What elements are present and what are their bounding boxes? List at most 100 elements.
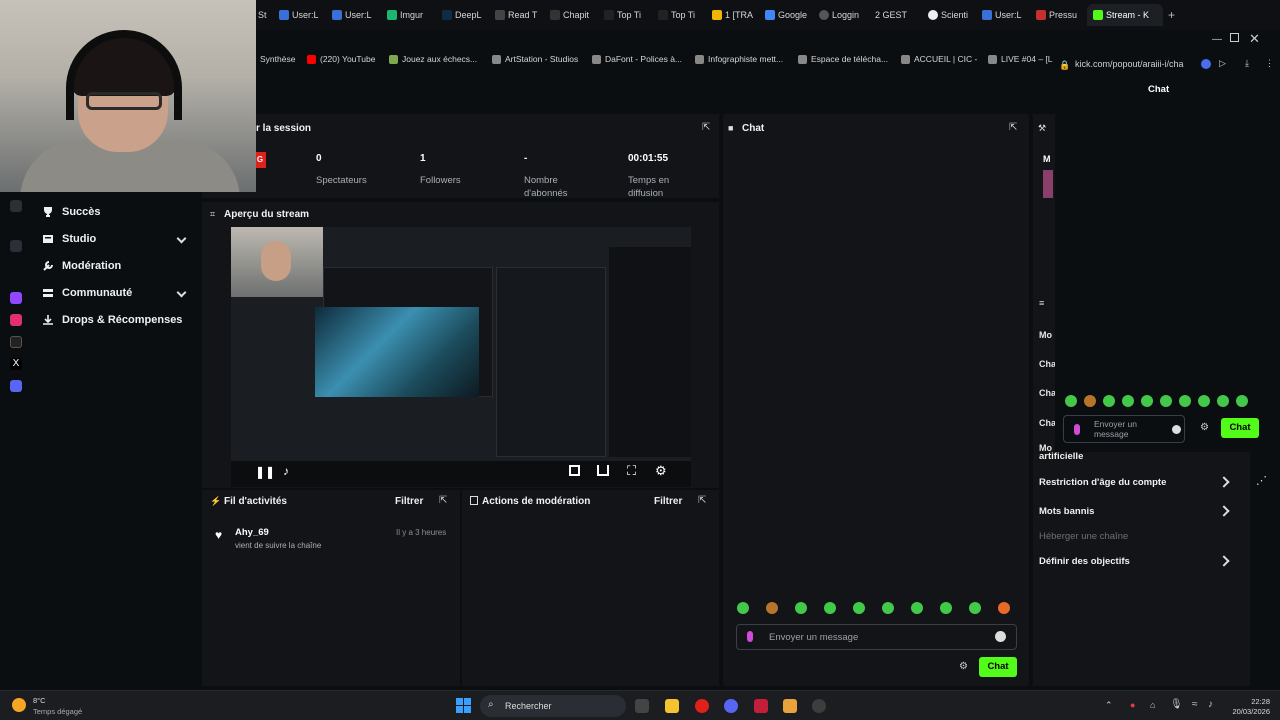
bookmark[interactable]: LIVE #04 – [L (988, 49, 1053, 69)
x-icon[interactable]: X (10, 358, 22, 370)
task-view-icon[interactable] (635, 699, 649, 713)
obs-icon[interactable] (812, 699, 826, 713)
menu-icon[interactable]: ⋮ (1265, 58, 1274, 69)
windows-start-icon[interactable] (456, 698, 471, 713)
popup-chat-input[interactable]: Envoyer un message (1063, 415, 1185, 443)
discord-icon[interactable] (10, 380, 22, 392)
emote-icon[interactable] (824, 602, 836, 614)
play-icon[interactable]: ▷ (1219, 58, 1226, 69)
activity-filter-button[interactable]: Filtrer (395, 496, 423, 507)
volume-icon[interactable]: ♪ (1208, 699, 1213, 710)
right-item-age-restriction[interactable]: Restriction d'âge du compte (1039, 477, 1166, 488)
activity-user[interactable]: Ahy_69 (235, 527, 269, 538)
bookmark[interactable]: (220) YouTube (307, 49, 375, 69)
emote-icon[interactable] (882, 602, 894, 614)
emote-icon[interactable] (911, 602, 923, 614)
download-icon[interactable]: ⤓ (1245, 58, 1249, 69)
browser-tab[interactable]: 2 GEST (875, 6, 923, 24)
right-item-banned-words[interactable]: Mots bannis (1039, 506, 1094, 517)
emote-icon[interactable] (1065, 395, 1077, 407)
popout-icon[interactable]: ⇱ (439, 495, 447, 506)
new-tab-button[interactable]: + (1168, 6, 1180, 24)
browser-tab[interactable]: Chapit (550, 6, 598, 24)
chevron-up-icon[interactable]: ⌃ (1105, 700, 1113, 711)
popout-icon[interactable]: ⇱ (698, 495, 706, 506)
browser-tab[interactable]: Top Ti (604, 6, 652, 24)
tiktok-icon[interactable] (10, 336, 22, 348)
emote-icon[interactable] (853, 602, 865, 614)
microphone-icon[interactable]: 🎙 (1170, 699, 1183, 710)
folder-icon[interactable] (665, 699, 679, 713)
network-icon[interactable]: ⌂ (1150, 700, 1155, 710)
bookmark[interactable]: Infographiste mett... (695, 49, 783, 69)
browser-tab[interactable]: Google (765, 6, 813, 24)
emote-icon[interactable] (1236, 395, 1248, 407)
nav-item-drops[interactable]: Drops & Récompenses (42, 314, 182, 326)
clock-time[interactable]: 22:28 (1223, 697, 1270, 706)
browser-tab[interactable]: St (258, 6, 274, 24)
bookmark[interactable]: DaFont - Polices à... (592, 49, 682, 69)
bookmark[interactable]: Synthèse (260, 49, 295, 69)
popout-icon[interactable]: ⇱ (1009, 122, 1017, 133)
emote-icon[interactable] (737, 602, 749, 614)
close-icon[interactable]: ✕ (1249, 31, 1260, 47)
emote-icon[interactable] (1160, 395, 1172, 407)
volume-icon[interactable]: ♪ (283, 464, 289, 478)
emote-icon[interactable] (1084, 395, 1096, 407)
instagram-icon[interactable] (10, 314, 22, 326)
weather-icon[interactable] (12, 698, 26, 712)
opera-icon[interactable] (695, 699, 709, 713)
emote-icon[interactable] (795, 602, 807, 614)
browser-tab[interactable]: Loggin (819, 6, 867, 24)
bookmark[interactable]: ArtStation - Studios (492, 49, 578, 69)
settings-icon[interactable]: ⚙ (655, 463, 667, 479)
browser-tab[interactable]: Imgur (387, 6, 435, 24)
chevron-down-icon[interactable] (176, 233, 187, 244)
moderation-filter-button[interactable]: Filtrer (654, 496, 682, 507)
emote-icon[interactable] (1198, 395, 1210, 407)
browser-tab[interactable]: User:L (332, 6, 380, 24)
tray-icon[interactable]: ● (1130, 700, 1135, 710)
emote-icon[interactable] (1217, 395, 1229, 407)
emote-icon[interactable] (1179, 395, 1191, 407)
maximize-icon[interactable] (1230, 33, 1239, 42)
clock-date[interactable]: 20/03/2026 (1223, 707, 1270, 716)
app-icon[interactable] (754, 699, 768, 713)
stream-video[interactable]: ❚❚ ♪ ⛶ ⚙ (231, 227, 691, 487)
emote-icon[interactable] (969, 602, 981, 614)
nav-item-succes[interactable]: Succès (42, 206, 101, 218)
minimize-icon[interactable]: — (1212, 34, 1222, 45)
nav-item-communaute[interactable]: Communauté (42, 287, 132, 299)
chat-input[interactable]: Envoyer un message (736, 624, 1017, 650)
browser-tab[interactable]: DeepL (442, 6, 490, 24)
discord-icon[interactable] (724, 699, 738, 713)
app-icon[interactable] (783, 699, 797, 713)
pip-icon[interactable] (569, 465, 580, 476)
settings-icon[interactable]: ⚙ (1200, 422, 1209, 433)
bookmark[interactable]: ACCUEIL | CIC - (901, 49, 977, 69)
share-icon[interactable]: ⋰ (1256, 474, 1267, 487)
browser-tab[interactable]: User:L (982, 6, 1030, 24)
sidebar-icon[interactable] (10, 200, 22, 212)
emote-icon[interactable] (940, 602, 952, 614)
browser-tab-active[interactable]: Stream - K (1087, 4, 1163, 26)
emoji-icon[interactable] (1172, 425, 1181, 434)
emote-icon[interactable] (1141, 395, 1153, 407)
browser-tab[interactable]: Scienti (928, 6, 976, 24)
browser-tab[interactable]: 1 [TRA (712, 6, 760, 24)
twitch-icon[interactable] (10, 292, 22, 304)
chat-send-button[interactable]: Chat (979, 657, 1017, 677)
browser-tab[interactable]: Read T (495, 6, 543, 24)
theater-icon[interactable] (597, 465, 609, 476)
browser-tab[interactable]: Pressu (1036, 6, 1084, 24)
emote-icon[interactable] (1122, 395, 1134, 407)
extension-icon[interactable] (1201, 59, 1211, 69)
emoji-icon[interactable] (995, 631, 1006, 642)
bookmark[interactable]: Espace de télécha... (798, 49, 888, 69)
emote-icon[interactable] (998, 602, 1010, 614)
emote-icon[interactable] (766, 602, 778, 614)
browser-tab[interactable]: Top Ti (658, 6, 706, 24)
right-item-ai[interactable]: artificielle (1039, 451, 1083, 462)
microphone-icon[interactable] (747, 631, 753, 642)
pause-icon[interactable]: ❚❚ (255, 465, 275, 479)
